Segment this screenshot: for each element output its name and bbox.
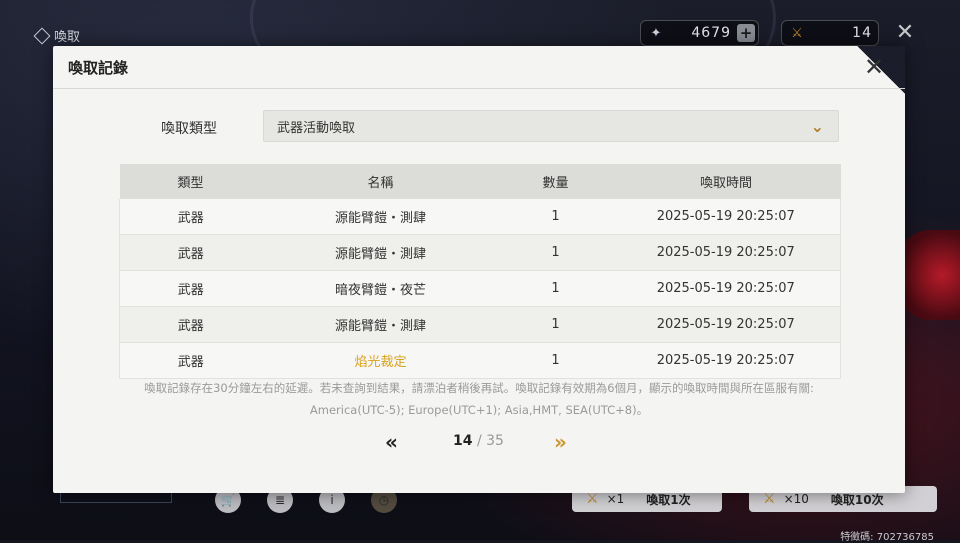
delay-notice: 喚取記錄存在30分鐘左右的延遲。若未查詢到結果，請漂泊者稍後再試。喚取記錄有效期… (93, 377, 865, 421)
background-character-art (900, 230, 960, 320)
cell-type: 武器 (119, 306, 262, 343)
pull-once-label: 喚取1次 (646, 492, 691, 507)
star-crystal-icon: ✦ (650, 25, 662, 41)
sword-ticket-icon: ⚔ (586, 491, 599, 507)
cell-name: 源能臂鎧・測肆 (261, 199, 500, 235)
total-pages: 35 (486, 433, 504, 449)
convene-type-value: 武器活動喚取 (277, 120, 356, 136)
table-row: 武器 暗夜臂鎧・夜芒 1 2025-05-19 20:25:07 (119, 270, 841, 307)
sword-ticket-icon: ⚔ (791, 25, 803, 41)
filter-label: 喚取類型 (161, 121, 217, 137)
currency-tide: ⚔ 14 (781, 20, 879, 46)
cell-time: 2025-05-19 20:25:07 (611, 270, 841, 307)
pagination: « 14 / 35 » (53, 430, 905, 454)
cell-name: 源能臂鎧・測肆 (261, 234, 500, 271)
filter-row: 喚取類型 武器活動喚取 ⌄ (53, 110, 905, 144)
table-header: 類型 名稱 數量 喚取時間 (119, 164, 841, 199)
cell-qty: 1 (499, 234, 612, 271)
cell-qty: 1 (499, 306, 612, 343)
cell-time: 2025-05-19 20:25:07 (611, 199, 841, 235)
currency-tide-value: 14 (852, 25, 872, 41)
history-table: 類型 名稱 數量 喚取時間 武器 源能臂鎧・測肆 1 2025-05-19 20… (119, 164, 841, 379)
modal-title: 喚取記錄 (68, 58, 129, 77)
col-qty: 數量 (499, 164, 612, 199)
add-currency-button[interactable]: + (737, 24, 755, 42)
notice-line-1: 喚取記錄存在30分鐘左右的延遲。若未查詢到結果，請漂泊者稍後再試。喚取記錄有效期… (144, 381, 814, 395)
diamond-icon (33, 27, 51, 44)
col-time: 喚取時間 (611, 164, 841, 199)
prev-page-icon[interactable]: « (385, 430, 398, 454)
table-row: 武器 源能臂鎧・測肆 1 2025-05-19 20:25:07 (119, 199, 841, 235)
currency-astrite: ✦ 4679 + (640, 20, 759, 46)
next-page-icon[interactable]: » (554, 430, 567, 454)
cell-type: 武器 (119, 199, 262, 235)
close-icon[interactable]: ✕ (861, 53, 887, 81)
table-row: 武器 焰光裁定 1 2025-05-19 20:25:07 (119, 342, 841, 379)
convene-history-modal: 喚取記錄 ✕ 喚取類型 武器活動喚取 ⌄ 類型 名稱 數量 喚取時間 武器 源能… (53, 46, 905, 493)
page-indicator: 14 / 35 (453, 433, 504, 449)
close-icon[interactable]: ✕ (893, 20, 917, 45)
pull-ten-label: 喚取10次 (830, 492, 884, 507)
col-name: 名稱 (261, 164, 500, 199)
uid-text: 特徵碼: 702736785 (840, 532, 934, 543)
cell-name: 源能臂鎧・測肆 (261, 306, 500, 343)
cell-type: 武器 (119, 342, 262, 379)
divider (53, 88, 905, 89)
table-row: 武器 源能臂鎧・測肆 1 2025-05-19 20:25:07 (119, 234, 841, 271)
pull-ten-cost: ×10 (783, 492, 809, 506)
pull-once-cost: ×1 (606, 492, 625, 506)
sword-ticket-icon: ⚔ (763, 491, 776, 507)
cell-time: 2025-05-19 20:25:07 (611, 342, 841, 379)
cell-type: 武器 (119, 270, 262, 307)
cell-name-rare: 焰光裁定 (261, 342, 500, 379)
cell-name: 暗夜臂鎧・夜芒 (261, 270, 500, 307)
cell-type: 武器 (119, 234, 262, 271)
col-type: 類型 (119, 164, 262, 199)
current-page: 14 (453, 433, 473, 449)
chevron-down-icon: ⌄ (810, 117, 824, 136)
page-separator: / (476, 433, 482, 449)
page-title: 喚取 (33, 26, 81, 45)
currency-astrite-value: 4679 (691, 25, 731, 41)
cell-time: 2025-05-19 20:25:07 (611, 234, 841, 271)
cell-qty: 1 (499, 342, 612, 379)
notice-line-2: America(UTC-5); Europe(UTC+1); Asia,HMT,… (309, 403, 649, 417)
cell-qty: 1 (499, 270, 612, 307)
cell-qty: 1 (499, 199, 612, 235)
page-title-text: 喚取 (54, 30, 81, 45)
convene-type-select[interactable]: 武器活動喚取 ⌄ (263, 110, 839, 142)
cell-time: 2025-05-19 20:25:07 (611, 306, 841, 343)
table-row: 武器 源能臂鎧・測肆 1 2025-05-19 20:25:07 (119, 306, 841, 343)
